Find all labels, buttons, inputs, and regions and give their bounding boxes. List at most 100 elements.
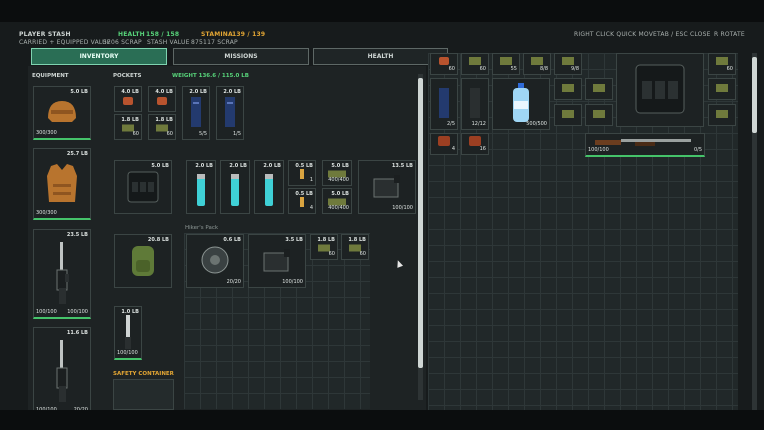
bottom-bar	[0, 410, 764, 430]
rifle-icon	[54, 338, 70, 406]
hint-close: TAB / ESC CLOSE	[657, 31, 711, 38]
ammo-box-icon	[561, 84, 575, 94]
drum-mag-icon	[372, 173, 402, 201]
battery-icon	[264, 173, 274, 209]
health-label: HEALTH	[118, 31, 145, 38]
stash-ammo-e[interactable]	[708, 78, 736, 100]
rig-slot[interactable]: 5.0 LB	[114, 160, 172, 214]
meat-icon	[437, 136, 451, 148]
stash-ammo-b[interactable]	[585, 78, 613, 100]
round-icon	[300, 169, 304, 181]
vest-icon	[45, 162, 79, 206]
stash-item-4[interactable]: 8/8	[523, 53, 551, 75]
helmet-icon	[45, 98, 79, 128]
pocket-slot-5[interactable]: 1.8 LB 60	[114, 114, 142, 140]
stash-item-6[interactable]: 60	[708, 53, 736, 75]
ammo-box-icon	[592, 84, 606, 94]
magazine-icon	[224, 96, 236, 130]
battery-icon	[230, 173, 240, 209]
magazine-icon	[469, 87, 481, 121]
pocket-slot-4[interactable]: 2.0 LB 1/5	[216, 86, 244, 140]
knife-slot[interactable]: 1.0 LB 100/100	[114, 306, 142, 360]
backpack-item-3[interactable]: 1.8 LB 60	[310, 234, 338, 260]
stash-item-3[interactable]: 55	[492, 53, 520, 75]
meat-icon	[122, 96, 134, 108]
safety-container-label: SAFETY CONTAINER	[113, 371, 174, 377]
equipment-slot-secondary[interactable]: 11.6 LB 100/100 20/20	[33, 327, 91, 417]
ammo-box-icon	[561, 110, 575, 120]
backpack-item-4[interactable]: 1.8 LB 60	[341, 234, 369, 260]
stash-item-8[interactable]: 12/12	[461, 78, 489, 130]
tab-missions[interactable]: MISSIONS	[173, 48, 309, 65]
stash-item-1[interactable]: 60	[430, 53, 458, 75]
backpack-item-2[interactable]: 3.5 LB 100/100	[248, 234, 306, 288]
health-value: 158 / 158	[146, 31, 180, 38]
rig-item-6[interactable]: 5.0 LB 400/400	[322, 160, 352, 186]
stash-item-7[interactable]: 2/5	[430, 78, 458, 130]
inventory-scrollbar-thumb[interactable]	[418, 78, 423, 368]
rig-item-5[interactable]: 0.5 LB 4	[288, 188, 316, 214]
stamina-label: STAMINA	[201, 31, 233, 38]
backpack-slot[interactable]: 20.8 LB	[114, 234, 172, 288]
rig-item-7[interactable]: 5.0 LB 400/400	[322, 188, 352, 214]
magazine-icon	[190, 96, 202, 130]
top-bar	[0, 0, 764, 22]
rig-icon	[630, 61, 690, 119]
equipment-slot-helmet[interactable]: 5.0 LB 300/300	[33, 86, 91, 140]
drum-icon	[200, 245, 230, 277]
ammo-box-icon	[715, 84, 729, 94]
ammo-box-icon	[715, 110, 729, 120]
equipment-label: EQUIPMENT	[32, 73, 69, 79]
stash-value-label: STASH VALUE	[147, 39, 190, 46]
stash-rig[interactable]	[616, 53, 704, 127]
drum-mag-icon	[262, 247, 292, 275]
ammo-box-icon	[592, 110, 606, 120]
backpack-item-1[interactable]: 0.6 LB 20/20	[186, 234, 244, 288]
stash-scrollbar[interactable]	[752, 53, 757, 410]
hint-quick-move: RIGHT CLICK QUICK MOVE	[574, 31, 658, 38]
tab-inventory[interactable]: INVENTORY	[31, 48, 167, 65]
weight-readout: WEIGHT 136.6 / 115.0 LB	[172, 73, 249, 79]
rig-icon	[124, 168, 162, 206]
magazine-icon	[438, 87, 450, 121]
pocket-slot-2[interactable]: 4.0 LB	[148, 86, 176, 112]
stash-title: PLAYER STASH	[19, 31, 71, 38]
stash-ammo-a[interactable]	[554, 78, 582, 100]
equipment-slot-primary[interactable]: 23.5 LB 100/100 100/100	[33, 229, 91, 319]
stash-item-11[interactable]: 16	[461, 133, 489, 155]
battery-icon	[196, 173, 206, 209]
rifle-icon	[54, 240, 70, 308]
water-bottle-icon	[510, 83, 532, 125]
stash-item-10[interactable]: 4	[430, 133, 458, 155]
round-icon	[300, 197, 304, 209]
knife-icon	[124, 314, 132, 351]
backpack-icon	[127, 242, 159, 280]
stash-item-9[interactable]: 500/500	[492, 78, 550, 130]
pocket-slot-6[interactable]: 1.8 LB 60	[148, 114, 176, 140]
carried-label: CARRIED + EQUIPPED VALUE	[19, 39, 111, 46]
rig-item-8[interactable]: 13.5 LB 100/100	[358, 160, 416, 214]
equipment-slot-armor[interactable]: 25.7 LB 300/300	[33, 148, 91, 220]
meat-icon	[156, 96, 168, 108]
shotgun-icon	[595, 137, 695, 149]
stash-item-2[interactable]: 60	[461, 53, 489, 75]
inventory-scrollbar[interactable]	[418, 74, 423, 400]
stash-ammo-f[interactable]	[708, 104, 736, 126]
stash-ammo-d[interactable]	[585, 104, 613, 126]
rig-item-2[interactable]: 2.0 LB	[220, 160, 250, 214]
pockets-label: POCKETS	[113, 73, 142, 79]
hint-rotate: R ROTATE	[714, 31, 745, 38]
carried-value: 5206 SCRAP	[103, 39, 142, 46]
rig-item-1[interactable]: 2.0 LB	[186, 160, 216, 214]
stash-item-12[interactable]: 100/100 0/5	[585, 133, 705, 157]
rig-item-3[interactable]: 2.0 LB	[254, 160, 284, 214]
backpack-name: Hiker's Pack	[185, 225, 219, 231]
stash-ammo-c[interactable]	[554, 104, 582, 126]
stash-scrollbar-thumb[interactable]	[752, 57, 757, 133]
stash-item-5[interactable]: 9/8	[554, 53, 582, 75]
rig-item-4[interactable]: 0.5 LB 1	[288, 160, 316, 186]
safety-container-slot[interactable]	[113, 379, 174, 410]
stash-value: 875117 SCRAP	[191, 39, 238, 46]
pocket-slot-1[interactable]: 4.0 LB	[114, 86, 142, 112]
pocket-slot-3[interactable]: 2.0 LB 5/5	[182, 86, 210, 140]
